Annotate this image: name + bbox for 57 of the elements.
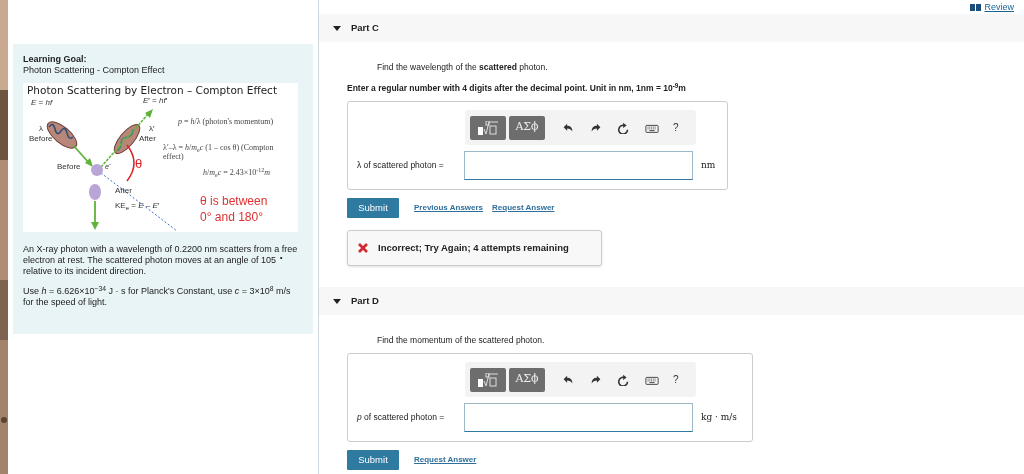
compton-formula: λ′–λ = h/m$_{e}$c (1 – cos θ) (Compton effect)	[163, 143, 275, 161]
answer-field[interactable]	[464, 403, 693, 432]
theta-label: θ	[135, 157, 143, 170]
submit-button[interactable]: Submit	[347, 450, 399, 470]
help-button[interactable]: ?	[673, 120, 679, 135]
unit-label: nm	[701, 158, 716, 172]
answer-label: λ of scattered photon =	[357, 159, 445, 172]
angle-arc	[126, 144, 135, 182]
part-title: Part C	[351, 20, 379, 35]
unit-label: kg · m/s	[701, 410, 737, 424]
book-icon	[970, 2, 982, 12]
after-label: After	[139, 135, 156, 143]
part-title: Part D	[351, 293, 379, 308]
symbols-button[interactable]: ΑΣϕ	[509, 115, 545, 140]
error-icon	[358, 243, 368, 253]
question-prompt: Find the momentum of the scattered photon.	[377, 335, 545, 345]
review-link[interactable]: Review	[970, 2, 1014, 12]
angle-note: 0° and 180°	[200, 211, 263, 223]
part-header[interactable]: Part C	[319, 14, 1024, 42]
reset-icon[interactable]	[617, 373, 631, 386]
kinetic-energy-label: KE$_{e}$ = E – E′	[115, 202, 160, 210]
submit-button[interactable]: Submit	[347, 198, 399, 218]
answer-link[interactable]: Previous Answers	[414, 202, 484, 214]
before-label: Before	[29, 135, 53, 143]
answer-link[interactable]: Request Answer	[414, 454, 477, 466]
compton-wavelength-formula: h/m$_{e}$c = 2.43×10$^{-12}$m	[203, 169, 271, 177]
help-button[interactable]: ?	[673, 372, 679, 387]
part-header[interactable]: Part D	[319, 287, 1024, 315]
feedback-text: Incorrect; Try Again; 4 attempts remaining	[378, 240, 569, 255]
scattered-photon-drawing	[113, 124, 141, 154]
fraction-root-icon	[478, 120, 498, 135]
momentum-formula: p = h/λ (photon's momentum)	[178, 118, 274, 126]
wavelength-label: λ′	[149, 125, 155, 133]
electron-icon	[91, 164, 103, 176]
answer-instructions: Enter a regular number with 4 digits after the decimal point. Unit in nm, 1nm = 10$^{-9}$m	[347, 83, 686, 93]
after-label: After	[115, 187, 132, 195]
learning-goal-heading: Learning Goal:	[23, 54, 88, 65]
figure-title: Photon Scattering by Electron – Compton Effect	[27, 84, 277, 96]
template-button[interactable]	[470, 367, 506, 392]
before-label: Before	[57, 163, 81, 171]
angle-note: θ is between	[200, 195, 268, 207]
fraction-root-icon	[478, 372, 498, 387]
energy-label: E′ = hf′	[143, 97, 168, 105]
answer-label: p of scattered photon =	[357, 411, 446, 424]
problem-text: Use h = 6.626×10$^{−34}$ J · s for Planck's Constant, use c = 3×10$^{8}$ m/s for the speed of light.	[23, 286, 292, 308]
question-prompt: Find the wavelength of the scattered photon.	[377, 62, 548, 72]
learning-goal-subtitle: Photon Scattering - Compton Effect	[23, 65, 166, 76]
answer-link[interactable]: Request Answer	[492, 202, 555, 214]
problem-text: An X-ray photon with a wavelength of 0.2200 nm scatters from a free electron at rest. The scattered photon moves at an angle of 105 $^{∘}$ relative to its incident direction.	[23, 244, 298, 277]
symbols-button[interactable]: ΑΣϕ	[509, 367, 545, 392]
reset-icon[interactable]	[617, 121, 631, 134]
wavelength-label: λ	[39, 125, 43, 133]
template-button[interactable]	[470, 115, 506, 140]
answer-field[interactable]	[464, 151, 693, 180]
recoil-arrow	[91, 200, 99, 230]
electron-icon	[89, 184, 101, 200]
energy-label: E = hf	[31, 99, 53, 107]
